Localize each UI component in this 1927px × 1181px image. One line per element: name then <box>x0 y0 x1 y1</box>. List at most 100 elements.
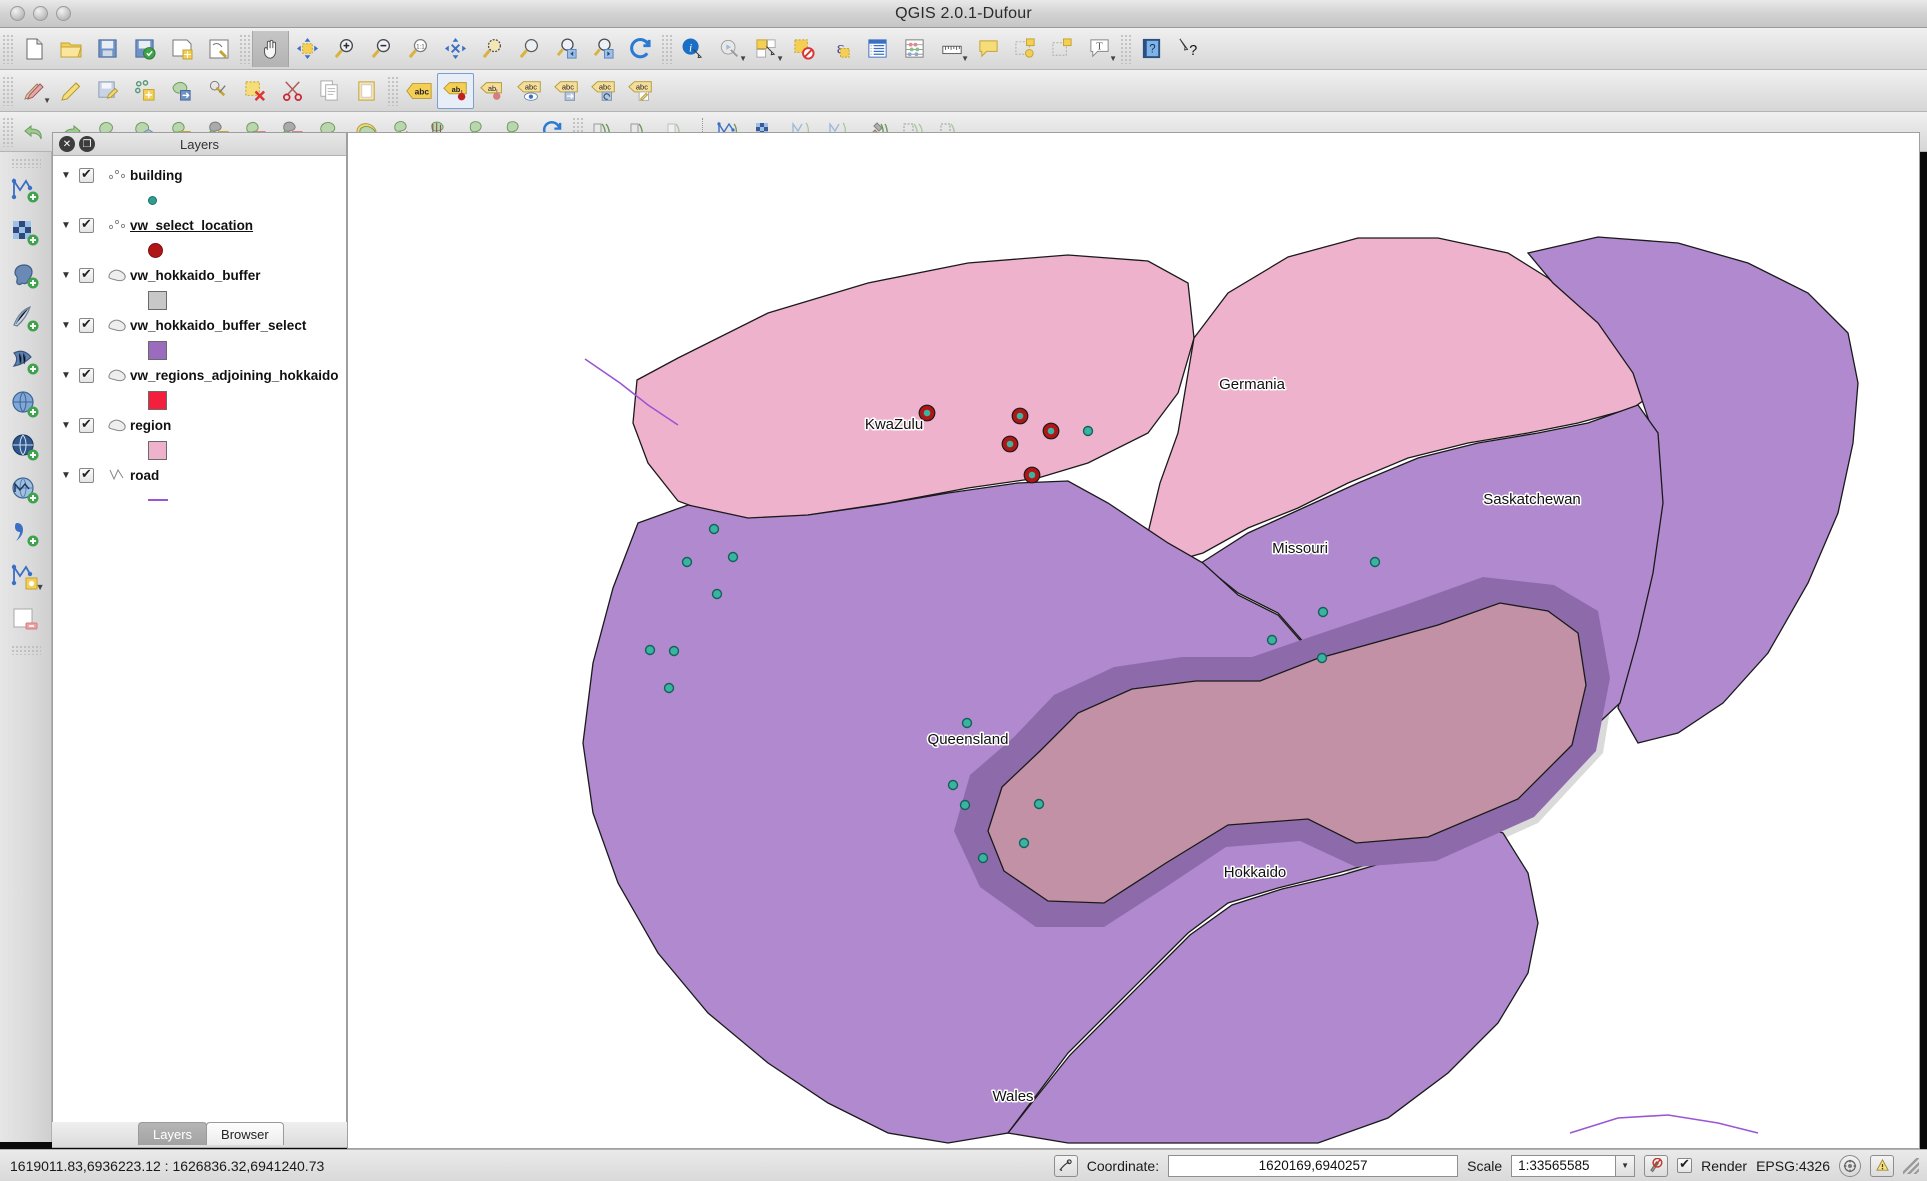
move-label-button[interactable]: abc <box>548 73 585 109</box>
identify-features-button[interactable]: i <box>674 31 711 67</box>
layer-visibility-checkbox[interactable] <box>79 418 94 433</box>
highlight-pinned-labels-button[interactable]: ab <box>474 73 511 109</box>
text-label-button[interactable]: T ▼ <box>1081 31 1118 67</box>
cut-features-button[interactable] <box>274 73 311 109</box>
add-mssql-layer-button[interactable] <box>5 340 47 383</box>
expand-toggle-icon[interactable]: ▼ <box>61 270 79 281</box>
window-resize-grip[interactable] <box>1903 1158 1919 1174</box>
add-feature-button[interactable] <box>126 73 163 109</box>
add-wcs-layer-button[interactable] <box>5 426 47 469</box>
layer-item-vw-select-location[interactable]: ▼ vw_select_location <box>53 212 346 238</box>
chevron-down-icon[interactable]: ▼ <box>776 54 784 63</box>
remove-layer-left-button[interactable] <box>5 598 47 641</box>
save-layer-edits-button[interactable] <box>89 73 126 109</box>
pan-to-selection-button[interactable] <box>289 31 326 67</box>
chevron-down-icon[interactable]: ▼ <box>43 96 51 105</box>
layer-item-building[interactable]: ▼ building <box>53 162 346 188</box>
zoom-last-button[interactable] <box>548 31 585 67</box>
warning-icon[interactable] <box>1870 1155 1894 1177</box>
zoom-actual-size-button[interactable]: 1:1 <box>400 31 437 67</box>
zoom-out-button[interactable] <box>363 31 400 67</box>
zoom-to-layer-button[interactable] <box>511 31 548 67</box>
layer-item-vw-hokkaido-buffer[interactable]: ▼ vw_hokkaido_buffer <box>53 262 346 288</box>
text-annotation-button[interactable] <box>970 31 1007 67</box>
form-annotation-button[interactable] <box>1007 31 1044 67</box>
zoom-to-selection-button[interactable] <box>474 31 511 67</box>
toolbar-grip[interactable] <box>2 76 13 106</box>
map-render[interactable]: KwaZulu Germania Saskatchewan Missouri Q… <box>348 133 1920 1149</box>
show-hide-labels-button[interactable]: abc <box>511 73 548 109</box>
layer-visibility-checkbox[interactable] <box>79 318 94 333</box>
layer-visibility-checkbox[interactable] <box>79 218 94 233</box>
pin-labels-button[interactable]: ab <box>437 73 474 109</box>
undo-button[interactable] <box>15 114 52 150</box>
zoom-window-button[interactable] <box>56 6 71 21</box>
add-wms-layer-button[interactable] <box>5 383 47 426</box>
whats-this-button[interactable]: ? <box>1170 31 1207 67</box>
coordinate-capture-icon[interactable] <box>1054 1155 1078 1177</box>
add-raster-layer-button[interactable] <box>5 211 47 254</box>
layer-item-vw-hokkaido-buffer-select[interactable]: ▼ vw_hokkaido_buffer_select <box>53 312 346 338</box>
zoom-in-button[interactable] <box>326 31 363 67</box>
add-postgis-layer-button[interactable] <box>5 254 47 297</box>
expand-toggle-icon[interactable]: ▼ <box>61 420 79 431</box>
change-label-button[interactable]: abc <box>622 73 659 109</box>
zoom-full-button[interactable] <box>437 31 474 67</box>
coordinate-input[interactable]: 1620169,6940257 <box>1168 1155 1458 1177</box>
move-annotation-button[interactable] <box>1044 31 1081 67</box>
expand-toggle-icon[interactable]: ▼ <box>61 320 79 331</box>
close-icon[interactable]: ✕ <box>59 136 75 152</box>
tab-layers[interactable]: Layers <box>138 1122 207 1145</box>
tab-browser[interactable]: Browser <box>206 1122 284 1145</box>
label-toolbar-button[interactable]: abc <box>400 73 437 109</box>
statistics-button[interactable] <box>896 31 933 67</box>
select-by-expression-button[interactable]: ε <box>822 31 859 67</box>
toolbar-grip[interactable] <box>11 645 41 655</box>
measure-line-button[interactable]: ▼ <box>933 31 970 67</box>
toolbar-grip[interactable] <box>239 34 250 64</box>
layer-visibility-checkbox[interactable] <box>79 168 94 183</box>
current-edits-button[interactable]: ▼ <box>15 73 52 109</box>
close-window-button[interactable] <box>10 6 25 21</box>
toolbar-grip[interactable] <box>2 117 13 147</box>
composer-manager-button[interactable] <box>200 31 237 67</box>
paste-features-button[interactable] <box>348 73 385 109</box>
layer-item-road[interactable]: ▼ road <box>53 462 346 488</box>
float-panel-icon[interactable]: ❐ <box>79 136 95 152</box>
add-vector-layer-button[interactable] <box>5 168 47 211</box>
chevron-down-icon[interactable]: ▼ <box>739 54 747 63</box>
add-wfs-layer-button[interactable] <box>5 469 47 512</box>
layer-visibility-checkbox[interactable] <box>79 368 94 383</box>
help-contents-button[interactable]: ? <box>1133 31 1170 67</box>
chevron-down-icon[interactable]: ▼ <box>1616 1155 1635 1177</box>
add-spatialite-layer-button[interactable] <box>5 297 47 340</box>
new-project-button[interactable] <box>15 31 52 67</box>
toolbar-grip[interactable] <box>2 34 13 64</box>
copy-features-button[interactable] <box>311 73 348 109</box>
chevron-down-icon[interactable]: ▼ <box>961 54 969 63</box>
node-tool-button[interactable] <box>200 73 237 109</box>
save-project-as-button[interactable] <box>126 31 163 67</box>
render-checkbox[interactable] <box>1677 1158 1692 1173</box>
layer-visibility-checkbox[interactable] <box>79 268 94 283</box>
rotate-label-button[interactable]: abc <box>585 73 622 109</box>
new-vector-layer-left-button[interactable]: ▼ <box>5 555 47 598</box>
stop-render-icon[interactable] <box>1644 1155 1668 1177</box>
zoom-next-button[interactable] <box>585 31 622 67</box>
select-features-button[interactable]: ▼ <box>748 31 785 67</box>
map-tips-button[interactable]: ▼ <box>711 31 748 67</box>
scale-input[interactable]: 1:33565585 <box>1511 1155 1616 1177</box>
open-project-button[interactable] <box>52 31 89 67</box>
toggle-editing-button[interactable] <box>52 73 89 109</box>
move-feature-button[interactable] <box>163 73 200 109</box>
save-project-button[interactable] <box>89 31 126 67</box>
chevron-down-icon[interactable]: ▼ <box>36 582 45 592</box>
chevron-down-icon[interactable]: ▼ <box>1109 54 1117 63</box>
expand-toggle-icon[interactable]: ▼ <box>61 470 79 481</box>
map-canvas[interactable]: KwaZulu Germania Saskatchewan Missouri Q… <box>347 132 1920 1149</box>
toolbar-grip[interactable] <box>387 76 398 106</box>
expand-toggle-icon[interactable]: ▼ <box>61 220 79 231</box>
open-attribute-table-button[interactable] <box>859 31 896 67</box>
expand-toggle-icon[interactable]: ▼ <box>61 170 79 181</box>
window-controls[interactable] <box>10 6 71 21</box>
